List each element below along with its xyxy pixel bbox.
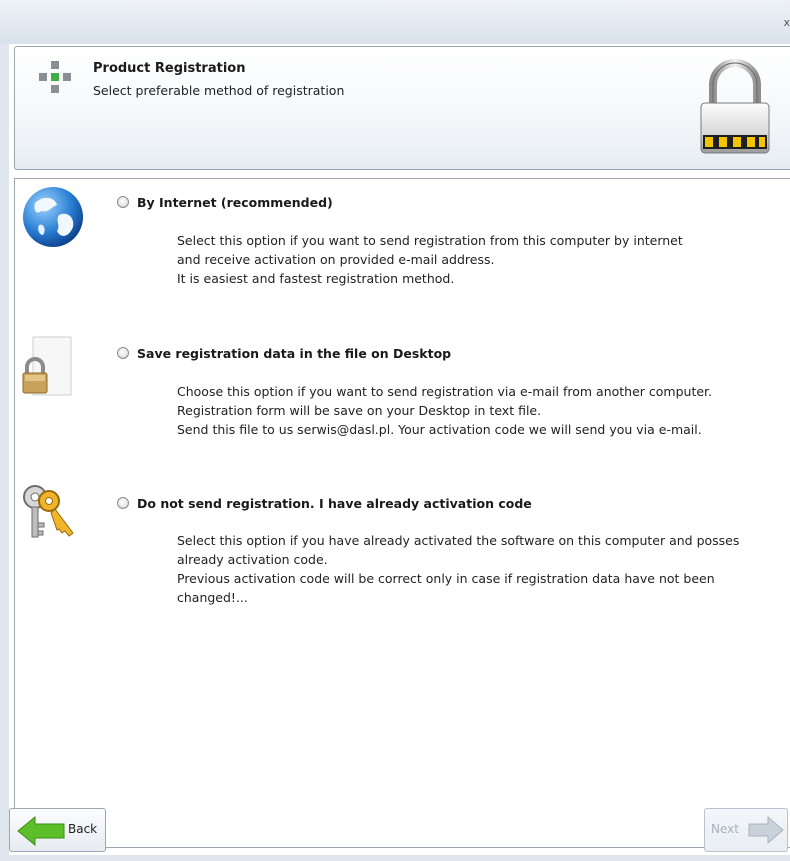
description-line: already activation code.	[177, 552, 328, 567]
close-button[interactable]: x	[783, 16, 790, 29]
next-label: Next	[711, 822, 739, 836]
window-frame-left	[0, 44, 9, 861]
next-button[interactable]: Next	[704, 808, 788, 852]
description-line: Choose this option if you want to send r…	[177, 384, 713, 399]
description-line: changed!...	[177, 590, 248, 605]
header-panel: Product Registration Select preferable m…	[14, 46, 790, 170]
plus-icon	[39, 61, 71, 93]
have-code-radio[interactable]	[117, 497, 129, 509]
option-title[interactable]: Save registration data in the file on De…	[137, 346, 451, 361]
back-label: Back	[68, 822, 98, 836]
page-subtitle: Select preferable method of registration	[93, 83, 345, 98]
options-panel: By Internet (recommended) Select this op…	[14, 178, 790, 848]
globe-icon	[23, 187, 83, 247]
option-description: Choose this option if you want to send r…	[177, 382, 712, 439]
arrow-left-icon	[17, 816, 65, 846]
window-frame-bottom	[0, 855, 790, 861]
option-description: Select this option if you want to send r…	[177, 231, 683, 288]
option-description: Select this option if you have already a…	[177, 531, 739, 607]
title-bar: x	[0, 0, 790, 44]
back-button[interactable]: Back	[9, 808, 106, 852]
arrow-right-icon	[748, 816, 784, 844]
description-line: Registration form will be save on your D…	[177, 403, 542, 418]
description-line: Select this option if you have already a…	[177, 533, 740, 548]
option-title[interactable]: Do not send registration. I have already…	[137, 496, 532, 511]
internet-radio[interactable]	[117, 196, 129, 208]
description-line: It is easiest and fastest registration m…	[177, 271, 455, 286]
option-title[interactable]: By Internet (recommended)	[137, 195, 333, 210]
description-line: and receive activation on provided e-mai…	[177, 252, 495, 267]
document-lock-icon	[22, 336, 72, 396]
description-line: Previous activation code will be correct…	[177, 571, 715, 586]
save-file-radio[interactable]	[117, 347, 129, 359]
page-title: Product Registration	[93, 61, 246, 76]
description-line: Select this option if you want to send r…	[177, 233, 683, 248]
keys-icon	[23, 485, 74, 538]
description-line: Send this file to us serwis@dasl.pl. You…	[177, 422, 702, 437]
padlock-icon	[700, 59, 770, 154]
